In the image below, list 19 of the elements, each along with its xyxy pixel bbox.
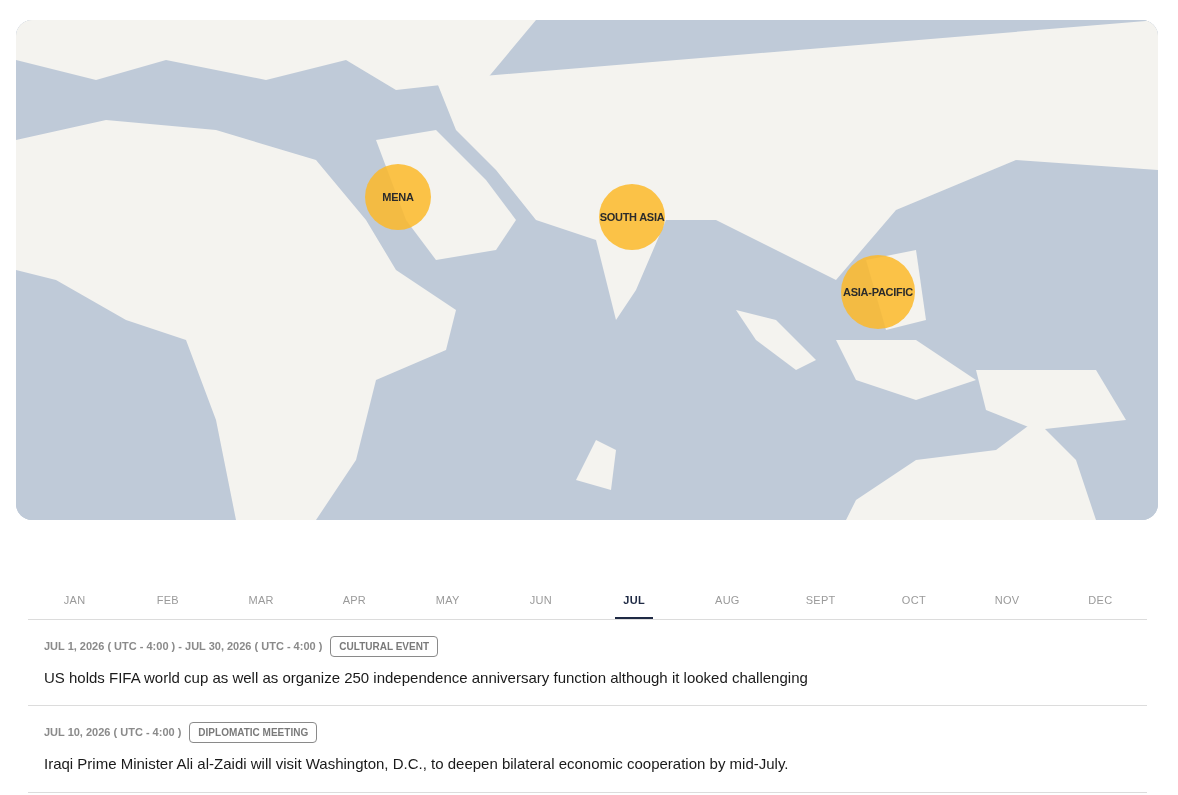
- month-tab[interactable]: APR: [334, 584, 375, 619]
- month-tab[interactable]: SEPT: [797, 584, 844, 619]
- event-date: JUL 10, 2026 ( UTC - 4:00 ): [44, 725, 182, 741]
- month-tab[interactable]: OCT: [893, 584, 934, 619]
- month-tab[interactable]: NOV: [986, 584, 1028, 619]
- month-tab[interactable]: JUL: [615, 584, 653, 619]
- month-tab[interactable]: AUG: [707, 584, 748, 619]
- event-title[interactable]: US holds FIFA world cup as well as organize 250 independence anniversary function although it looked challenging: [44, 666, 1131, 689]
- event-date: JUL 1, 2026 ( UTC - 4:00 ) - JUL 30, 2026 ( UTC - 4:00 ): [44, 638, 323, 654]
- month-tab[interactable]: DEC: [1080, 584, 1121, 619]
- month-tab[interactable]: JUN: [521, 584, 560, 619]
- month-tab[interactable]: MAR: [240, 584, 282, 619]
- month-tab[interactable]: FEB: [148, 584, 187, 619]
- event-category-tag: CULTURAL EVENT: [330, 635, 438, 657]
- event-category-tag: DIPLOMATIC MEETING: [189, 722, 318, 743]
- month-tab[interactable]: MAY: [427, 584, 468, 619]
- map[interactable]: MENA SOUTH ASIA ASIA-PACIFIC: [16, 20, 1158, 520]
- month-tab[interactable]: JAN: [55, 584, 94, 619]
- event-title[interactable]: Iraqi Prime Minister Ali al-Zaidi will visit Washington, D.C., to deepen bilateral economic cooperation by mid-July.: [44, 753, 1131, 776]
